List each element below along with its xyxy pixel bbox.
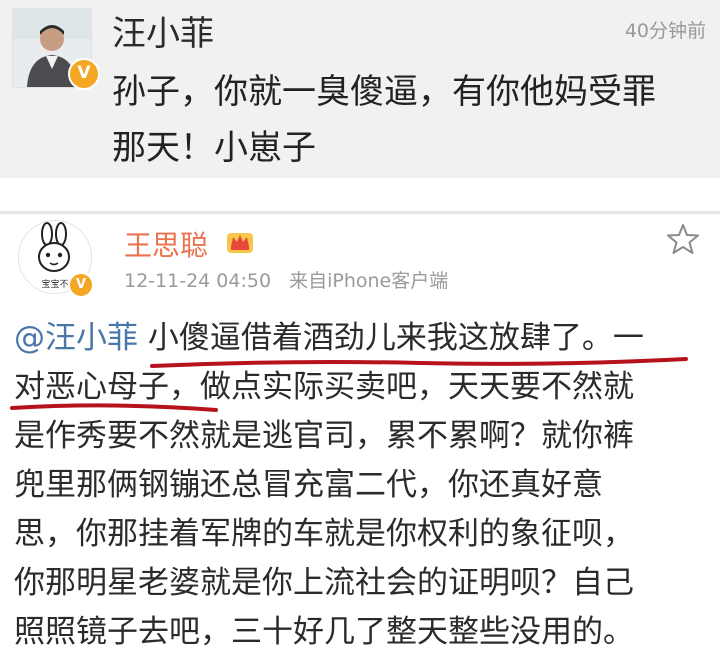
weibo-post-2: 宝宝不 V 王思聪 12-11-24 04:50 来自iPhone客户端 @汪小… — [0, 214, 720, 650]
content-line: 那天！小崽子 — [112, 128, 316, 168]
content-line: 孙子，你就一臭傻逼，有你他妈受罪 — [112, 72, 656, 112]
red-underline — [150, 357, 688, 368]
mention-link[interactable]: @汪小菲 — [14, 320, 138, 356]
content-line: 是作秀要不然就是逃官司，累不累啊？就你裤 — [14, 418, 634, 454]
separator-gap — [0, 178, 720, 214]
content-line: 思，你那挂着军牌的车就是你权利的象征呗， — [14, 516, 634, 552]
post-date: 12-11-24 04:50 — [124, 270, 272, 292]
post-content: 孙子，你就一臭傻逼，有你他妈受罪 那天！小崽子 — [112, 64, 708, 176]
comment-post-1: V 汪小菲 40分钟前 孙子，你就一臭傻逼，有你他妈受罪 那天！小崽子 — [0, 0, 720, 178]
content-line: 你那明星老婆就是你上流社会的证明呗？自己 — [14, 565, 634, 601]
post-meta: 12-11-24 04:50 来自iPhone客户端 — [124, 266, 460, 293]
content-line: 照照镜子去吧，三十好几了整天整些没用的。 — [14, 614, 634, 650]
content-line: 兜里那俩钢镚还总冒充富二代，你还真好意 — [14, 467, 603, 503]
author-name[interactable]: 汪小菲 — [112, 6, 214, 55]
verified-v-icon: V — [68, 272, 94, 298]
red-underline — [10, 403, 218, 412]
post-source: 来自iPhone客户端 — [289, 270, 449, 292]
star-icon[interactable] — [666, 222, 700, 256]
author-name[interactable]: 王思聪 — [124, 224, 208, 264]
content-text: 小傻逼借着酒劲儿来我这放肆了。一 — [138, 320, 644, 356]
verified-v-icon: V — [68, 58, 100, 90]
post-time: 40分钟前 — [624, 20, 706, 42]
crown-icon — [227, 233, 253, 253]
